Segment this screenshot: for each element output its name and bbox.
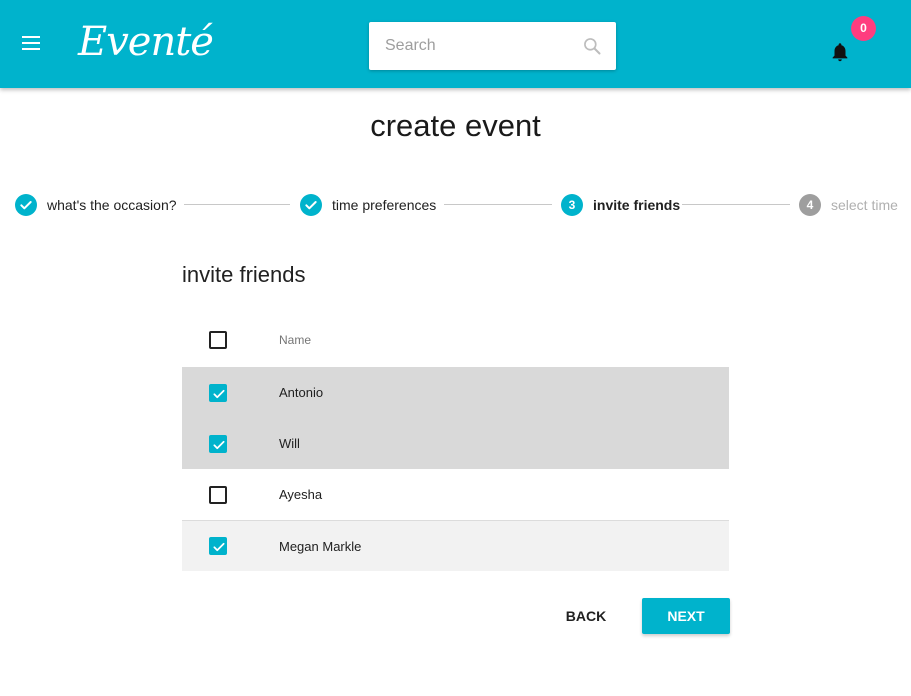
app-bar: Eventé 0	[0, 0, 911, 88]
step-invite-friends[interactable]: 3 invite friends	[561, 193, 680, 217]
step-label: invite friends	[593, 197, 681, 213]
step-label: what's the occasion?	[47, 197, 177, 213]
menu-icon[interactable]	[22, 36, 42, 52]
check-icon	[213, 389, 225, 398]
column-header-name: Name	[279, 332, 312, 347]
step-select-time[interactable]: 4 select time	[799, 193, 898, 217]
step-number: 4	[799, 194, 821, 216]
step-occasion[interactable]: what's the occasion?	[15, 193, 177, 217]
search-box	[369, 22, 616, 70]
check-icon	[300, 194, 322, 216]
next-button[interactable]: NEXT	[642, 598, 730, 634]
search-input[interactable]	[369, 22, 569, 70]
step-connector	[444, 204, 552, 205]
select-all-checkbox[interactable]	[209, 330, 227, 349]
friend-name: Antonio	[279, 385, 324, 400]
row-checkbox[interactable]	[209, 383, 227, 402]
table-row[interactable]: Megan Markle	[182, 520, 729, 571]
table-row[interactable]: Antonio	[182, 367, 729, 418]
friend-name: Megan Markle	[279, 538, 362, 554]
check-icon	[15, 194, 37, 216]
row-checkbox[interactable]	[209, 537, 227, 555]
friend-name: Ayesha	[279, 487, 323, 502]
step-connector	[184, 204, 290, 205]
step-number: 3	[561, 194, 583, 216]
step-label: select time	[831, 197, 898, 213]
table-row[interactable]: Will	[182, 418, 729, 469]
table-row[interactable]: Ayesha	[182, 469, 729, 520]
app-logo[interactable]: Eventé	[78, 14, 214, 70]
step-connector	[682, 204, 790, 205]
notification-bell-icon[interactable]	[829, 40, 851, 64]
section-title: invite friends	[182, 262, 306, 287]
notification-badge: 0	[851, 16, 876, 41]
page-title: create event	[370, 108, 541, 143]
step-time-preferences[interactable]: time preferences	[300, 193, 436, 217]
row-checkbox[interactable]	[209, 485, 227, 504]
back-button[interactable]: BACK	[556, 598, 616, 634]
row-checkbox[interactable]	[209, 434, 227, 453]
friends-table: Name Antonio Will Ayesha Megan Markle	[182, 312, 729, 571]
check-icon	[213, 542, 225, 552]
check-icon	[213, 440, 225, 449]
step-label: time preferences	[332, 197, 437, 213]
friend-name: Will	[279, 436, 300, 451]
stepper: what's the occasion? time preferences 3 …	[0, 193, 911, 217]
table-header-row: Name	[182, 312, 729, 367]
search-icon[interactable]	[582, 36, 602, 56]
